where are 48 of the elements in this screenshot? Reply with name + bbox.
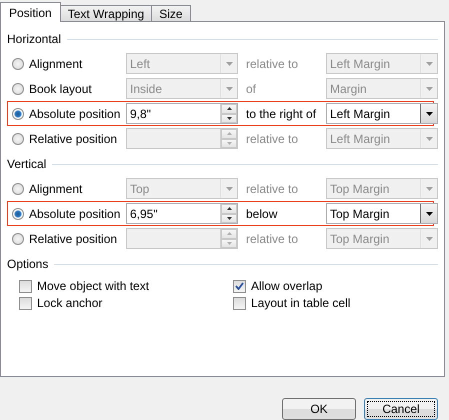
spin-up-icon[interactable]: [221, 104, 237, 114]
section-heading: Vertical: [7, 157, 46, 171]
dropdown-arrow-icon: [426, 112, 432, 116]
radio-label: Absolute position: [29, 206, 120, 220]
section-heading: Options: [7, 257, 48, 271]
dropdown-arrow-icon: [426, 186, 432, 190]
checkbox-label: Move object with text: [37, 279, 150, 293]
dropdown-arrow-icon: [226, 86, 232, 90]
checkbox-label: Lock anchor: [37, 296, 102, 310]
checkbox[interactable]: [19, 296, 32, 310]
tab[interactable]: Text Wrapping: [60, 5, 152, 22]
radio-label: Relative position: [29, 132, 118, 146]
combo-box[interactable]: Left Margin: [326, 103, 438, 124]
relation-label: relative to: [246, 182, 300, 196]
combo-box[interactable]: Top Margin: [326, 203, 438, 224]
dialog-button[interactable]: OK: [282, 398, 356, 420]
section-heading: Horizontal: [7, 32, 62, 46]
checkbox-label: Layout in table cell: [251, 296, 350, 310]
radio-label: Relative position: [29, 232, 118, 246]
dropdown-arrow-icon: [226, 62, 232, 66]
relation-label: relative to: [246, 232, 300, 246]
tab[interactable]: Size: [151, 5, 191, 22]
radio-button[interactable]: [12, 208, 24, 220]
dropdown-arrow-icon: [226, 186, 232, 190]
checkbox[interactable]: [233, 280, 246, 292]
dropdown-arrow-icon: [426, 212, 432, 216]
spin-up-icon[interactable]: [221, 204, 237, 214]
dropdown-arrow-icon: [426, 62, 432, 66]
radio-label: Absolute position: [29, 106, 120, 120]
relation-label: relative to: [246, 56, 300, 70]
radio-label: Alignment: [29, 182, 82, 196]
checkbox-label: Allow overlap: [251, 279, 322, 293]
dropdown-arrow-icon: [426, 86, 432, 90]
relation-label: relative to: [246, 132, 300, 146]
relation-label: to the right of: [246, 106, 318, 120]
radio-label: Book layout: [29, 82, 92, 96]
checkbox[interactable]: [19, 280, 32, 292]
relation-label: below: [246, 206, 278, 220]
radio-label: Alignment: [29, 56, 82, 70]
spin-field[interactable]: 9,8": [126, 103, 238, 124]
tab[interactable]: Position: [0, 2, 61, 22]
relation-label: of: [246, 82, 258, 96]
dropdown-arrow-icon: [426, 136, 432, 140]
checkbox[interactable]: [233, 296, 246, 310]
dropdown-arrow-icon: [426, 236, 432, 240]
spin-field[interactable]: 6,95": [126, 203, 238, 224]
dialog-button[interactable]: Cancel: [364, 398, 438, 420]
radio-button[interactable]: [12, 108, 24, 120]
